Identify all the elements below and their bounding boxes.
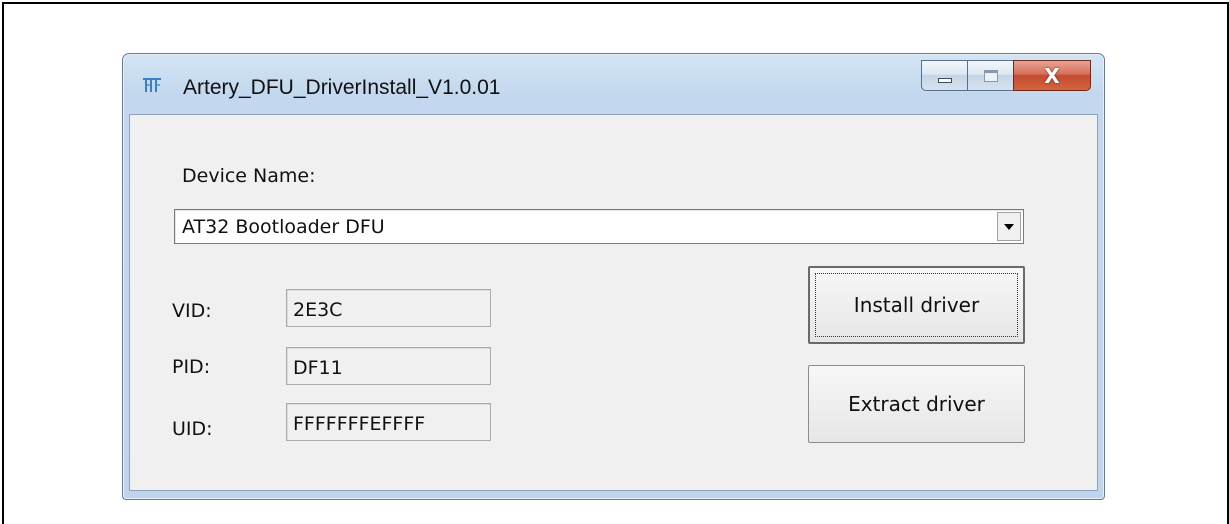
chevron-down-icon [1004, 223, 1014, 230]
vid-field[interactable]: 2E3C [286, 289, 491, 327]
pid-field[interactable]: DF11 [286, 347, 491, 385]
app-icon [143, 78, 161, 92]
window-title: Artery_DFU_DriverInstall_V1.0.01 [183, 76, 501, 99]
device-name-value: AT32 Bootloader DFU [182, 216, 385, 238]
maximize-icon [983, 69, 998, 82]
pid-label: PID: [172, 356, 211, 378]
caption-buttons: X [921, 60, 1091, 91]
minimize-button[interactable] [921, 60, 967, 91]
minimize-icon [937, 78, 952, 83]
maximize-button[interactable] [967, 60, 1013, 91]
app-window: Artery_DFU_DriverInstall_V1.0.01 X Devic… [122, 53, 1105, 500]
install-driver-button[interactable]: Install driver [808, 266, 1025, 344]
vid-value: 2E3C [293, 299, 343, 321]
pid-value: DF11 [293, 357, 343, 379]
title-bar[interactable]: Artery_DFU_DriverInstall_V1.0.01 X [123, 54, 1104, 114]
vid-label: VID: [172, 300, 212, 322]
dropdown-arrow-button[interactable] [997, 212, 1021, 241]
close-button[interactable]: X [1013, 60, 1091, 91]
extract-driver-button[interactable]: Extract driver [808, 365, 1025, 443]
close-icon: X [1044, 63, 1060, 88]
uid-value: FFFFFFFEFFFF [293, 413, 426, 435]
device-name-select[interactable]: AT32 Bootloader DFU [174, 209, 1024, 244]
uid-label: UID: [172, 418, 213, 440]
uid-field[interactable]: FFFFFFFEFFFF [286, 403, 491, 441]
client-area: Device Name: AT32 Bootloader DFU VID: 2E… [129, 114, 1098, 491]
device-name-label: Device Name: [182, 165, 316, 187]
